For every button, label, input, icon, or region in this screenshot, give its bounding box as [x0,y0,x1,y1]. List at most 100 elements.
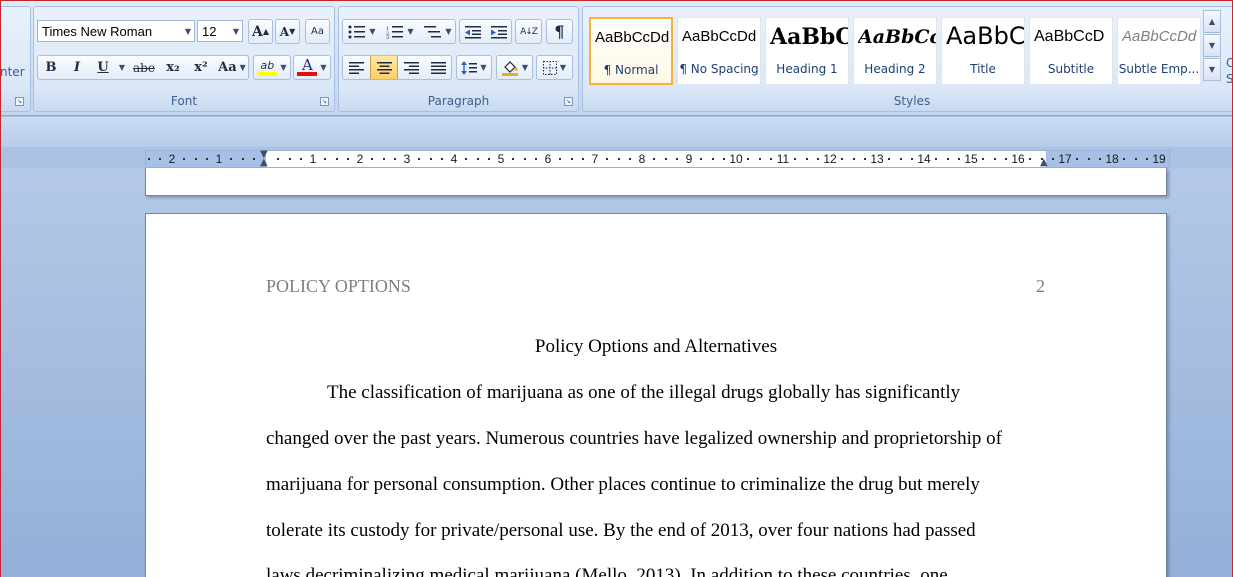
sort-button[interactable]: A↓Z [515,19,542,44]
align-center-button[interactable] [370,56,398,79]
chevron-down-icon: ▼ [1208,41,1216,50]
paint-bucket-icon [501,60,518,76]
font-dialog-launcher[interactable]: ↘ [320,97,329,106]
borders-button[interactable]: ▼ [536,55,573,80]
ruler-tick [488,158,490,160]
line-spacing-button[interactable]: ▼ [456,55,492,80]
justify-button[interactable] [425,56,452,79]
style-title[interactable]: AaBbC Title [941,17,1025,85]
ruler-tick [935,158,937,160]
align-left-button[interactable] [343,56,370,79]
ruler-number: 8 [638,152,646,166]
document-page[interactable]: POLICY OPTIONS 2 Policy Options and Alte… [145,213,1167,577]
show-hide-marks-button[interactable]: ¶ [546,19,573,44]
ruler-tick [253,158,255,160]
paragraph-dialog-launcher[interactable]: ↘ [564,97,573,106]
font-name-combo[interactable]: Times New Roman ▼ [37,20,195,42]
chevron-down-icon: ▼ [369,27,376,36]
ruler-tick [1029,158,1031,160]
horizontal-ruler[interactable]: 2 1 1 2 3 4 5 6 7 8 9 10 11 12 13 14 15 16 17 18 19 ▼ ▲ ▲ [145,150,1170,168]
style-no-spacing[interactable]: AaBbCcDd ¶ No Spacing [677,17,761,85]
style-normal[interactable]: AaBbCcDd ¶ Normal [589,17,673,85]
chevron-down-icon: ▼ [280,63,287,72]
pilcrow-icon: ¶ [554,22,565,41]
style-subtitle[interactable]: AaBbCcD Subtitle [1029,17,1113,85]
styles-scroll-up-button[interactable]: ▲ [1203,10,1221,33]
font-color-icon: A [297,58,318,76]
ruler-number: 18 [1105,152,1119,166]
chevron-down-icon: ▼ [239,63,246,72]
ruler-tick [1099,158,1101,160]
ruler-tick [230,158,232,160]
chevron-down-icon: ▼ [559,63,567,72]
hanging-indent-marker[interactable]: ▲ [260,158,268,168]
clipped-label: nter [0,65,25,79]
shading-button[interactable]: ▼ [496,55,533,80]
superscript-button[interactable]: x² [187,56,215,79]
ruler-number: 5 [497,152,505,166]
styles-more-button[interactable]: ▼ [1203,58,1221,81]
styles-group: AaBbCcDd ¶ Normal AaBbCcDd ¶ No Spacing … [582,6,1233,112]
style-heading-2[interactable]: AaBbCc Heading 2 [853,17,937,85]
font-name-value: Times New Roman [42,23,153,39]
style-sample: AaBbCcDd [682,28,757,45]
shrink-font-button[interactable]: A ▼ [275,19,300,44]
align-center-icon [376,61,392,74]
numbering-button[interactable]: 123 ▼ [381,20,419,43]
styles-group-label: Styles [893,94,931,108]
style-sample: AaBbC [946,22,1024,48]
underline-button[interactable]: U [90,56,116,79]
style-subtle-emphasis[interactable]: AaBbCcDd Subtle Emp... [1117,17,1201,85]
highlight-label: ab [260,58,275,72]
justify-icon [431,61,446,74]
bold-button[interactable]: B [38,56,64,79]
chevron-down-icon: ▼ [184,26,192,36]
align-right-button[interactable] [398,56,425,79]
format-button-strip: B I U ▼ abe x₂ x² Aa ▼ [37,55,249,80]
right-indent-marker[interactable]: ▲ [1040,158,1048,168]
ruler-tick [159,158,161,160]
ruler-tick [206,158,208,160]
styles-scroll-down-button[interactable]: ▼ [1203,34,1221,57]
italic-icon: I [73,60,81,75]
chevron-down-icon: ▼ [232,26,240,36]
ruler-tick [300,158,302,160]
list-button-strip: ▼ 123 ▼ ▼ [342,19,456,44]
increase-indent-button[interactable] [486,20,512,43]
ruler-tick [195,158,197,160]
clipboard-dialog-launcher[interactable]: ↘ [15,97,24,106]
ruler-tick [606,158,608,160]
clear-formatting-button[interactable]: Aa [305,19,330,44]
decrease-indent-button[interactable] [460,20,486,43]
strikethrough-button[interactable]: abe [129,56,159,79]
font-size-combo[interactable]: 12 ▼ [197,20,243,42]
ruler-tick [853,158,855,160]
shrink-font-icon: A [279,24,290,39]
style-sample: AaBbCcDd [595,29,670,46]
ruler-tick [806,158,808,160]
multilevel-list-button[interactable]: ▼ [419,20,457,43]
ruler-tick [1076,158,1078,160]
underline-dropdown[interactable]: ▼ [116,56,128,79]
ruler-tick [512,158,514,160]
font-size-value: 12 [202,23,217,39]
style-name: Subtle Emp... [1118,62,1200,76]
ruler-number: 2 [356,152,364,166]
ruler-tick [770,158,772,160]
grow-font-button[interactable]: A ▲ [248,19,273,44]
font-color-button[interactable]: A ▼ [293,55,331,80]
italic-button[interactable]: I [64,56,90,79]
subscript-button[interactable]: x₂ [159,56,187,79]
style-heading-1[interactable]: AaBbC Heading 1 [765,17,849,85]
body-line: changed over the past years. Numerous co… [266,428,1003,449]
ruler-tick [958,158,960,160]
paragraph-group: ▼ 123 ▼ ▼ A↓Z ¶ ▼ ▼ ▼ Paragraph ↘ [338,6,579,112]
ruler-tick [1088,158,1090,160]
highlight-button[interactable]: ab ▼ [253,55,291,80]
ruler-tick [477,158,479,160]
document-title: Policy Options and Alternatives [534,336,778,357]
bullets-button[interactable]: ▼ [343,20,381,43]
change-case-button[interactable]: Aa ▼ [215,56,249,79]
ruler-number: 19 [1152,152,1166,166]
ruler-tick [676,158,678,160]
